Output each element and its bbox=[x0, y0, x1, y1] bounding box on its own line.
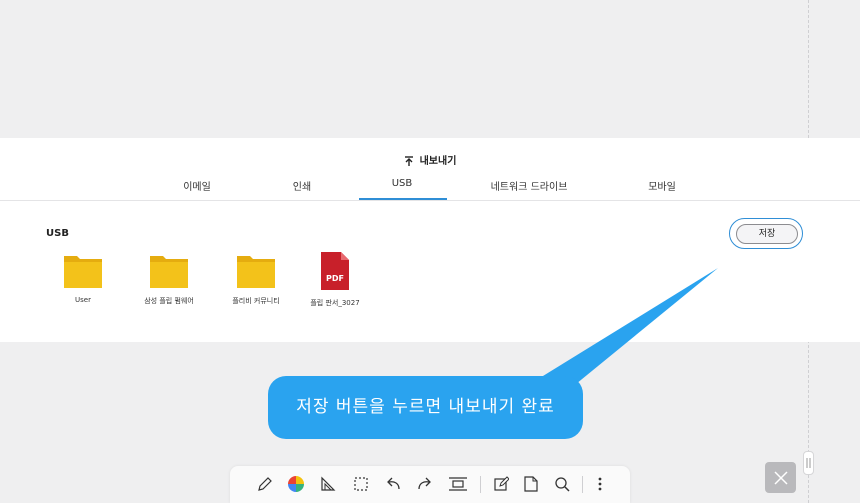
search-icon[interactable] bbox=[551, 473, 573, 495]
grip-icon bbox=[806, 458, 811, 468]
ruler-icon[interactable] bbox=[317, 473, 339, 495]
layout-icon[interactable] bbox=[447, 473, 469, 495]
toolbar-divider bbox=[480, 476, 481, 493]
close-icon bbox=[773, 470, 788, 485]
page-icon[interactable] bbox=[520, 473, 542, 495]
edit-page-icon[interactable] bbox=[490, 473, 512, 495]
pen-icon[interactable] bbox=[254, 473, 276, 495]
more-icon[interactable] bbox=[589, 473, 611, 495]
undo-icon[interactable] bbox=[382, 473, 404, 495]
panel-resize-handle[interactable] bbox=[803, 451, 814, 475]
toolbar-divider bbox=[582, 476, 583, 493]
color-wheel-icon[interactable] bbox=[285, 473, 307, 495]
instruction-callout: 저장 버튼을 누르면 내보내기 완료 bbox=[268, 376, 583, 439]
select-icon[interactable] bbox=[350, 473, 372, 495]
close-button[interactable] bbox=[765, 462, 796, 493]
bottom-toolbar bbox=[230, 466, 630, 503]
redo-icon[interactable] bbox=[414, 473, 436, 495]
